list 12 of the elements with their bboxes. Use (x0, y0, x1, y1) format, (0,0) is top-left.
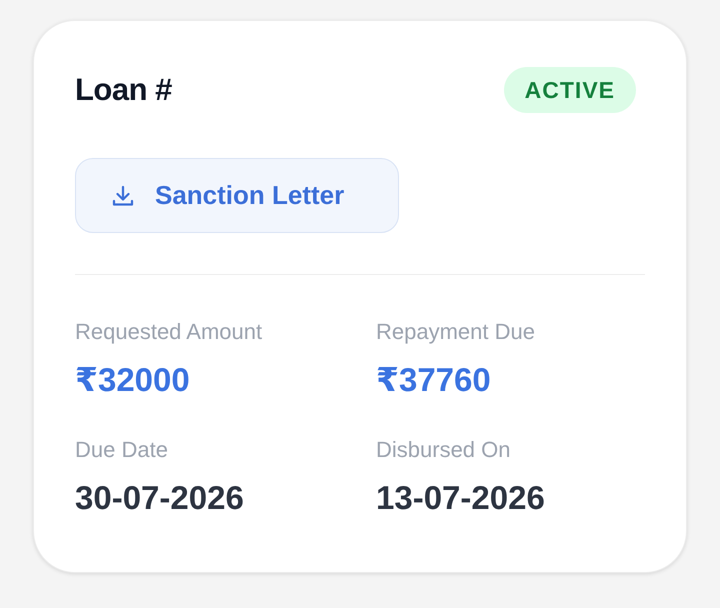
detail-label: Due Date (75, 436, 168, 464)
date-value: 13-07-2026 (376, 478, 545, 518)
detail-label: Requested Amount (75, 318, 262, 346)
loan-title: Loan # (75, 72, 172, 108)
amount-value: ₹37760 (376, 360, 491, 400)
detail-label: Disbursed On (376, 436, 511, 464)
detail-label: Repayment Due (376, 318, 535, 346)
download-icon (111, 184, 135, 208)
sanction-letter-button[interactable]: Sanction Letter (75, 158, 399, 233)
status-badge: ACTIVE (504, 67, 636, 113)
amount-value: ₹32000 (75, 360, 190, 400)
date-value: 30-07-2026 (75, 478, 244, 518)
